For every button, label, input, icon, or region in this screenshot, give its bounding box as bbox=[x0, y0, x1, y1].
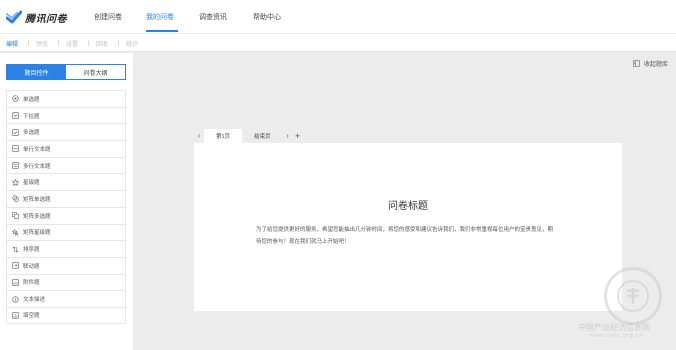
question-type-dropdown[interactable]: 下拉题 bbox=[6, 106, 126, 124]
matrix-checkbox-icon bbox=[11, 212, 19, 220]
nav-my-surveys[interactable]: 我的问卷 bbox=[146, 12, 174, 22]
logo-check-icon bbox=[6, 10, 22, 24]
add-page-icon[interactable]: + bbox=[293, 129, 303, 143]
question-type-label: 矩阵单选题 bbox=[23, 196, 51, 203]
toolbar-preview[interactable]: 预览 bbox=[36, 39, 48, 48]
multi-line-text-icon bbox=[11, 162, 19, 170]
question-type-matrix-checkbox[interactable]: 矩阵多选题 bbox=[6, 206, 126, 224]
editor-toolbar: 编辑 预览 设置 回收 统计 bbox=[0, 34, 676, 52]
text-description-icon bbox=[11, 295, 19, 303]
survey-intro[interactable]: 为了给您提供更好的服务，希望您能抽出几分钟时间，将您的感受和建议告诉我们，我们非… bbox=[256, 224, 556, 248]
question-type-single-line-text[interactable]: 单行文本题 bbox=[6, 140, 126, 157]
page-tabbar: ‹ 第1页 结束页 › + bbox=[194, 128, 622, 143]
watermark-seal bbox=[604, 267, 662, 325]
question-type-sort[interactable]: 排序题 bbox=[6, 240, 126, 257]
question-type-matrix-star[interactable]: 矩阵星级题 bbox=[6, 223, 126, 241]
tab-survey-outline[interactable]: 问卷大纲 bbox=[66, 65, 125, 79]
question-type-label: 文本描述 bbox=[23, 297, 46, 304]
prev-page-arrow-icon[interactable]: ‹ bbox=[194, 129, 204, 143]
attachment-icon bbox=[11, 278, 19, 286]
nav-active-indicator bbox=[146, 30, 178, 32]
checkbox-icon bbox=[11, 128, 19, 136]
question-type-linkage[interactable]: 联动题 bbox=[6, 256, 126, 274]
toolbar-edit[interactable]: 编辑 bbox=[6, 39, 18, 48]
app-logo[interactable]: 腾讯问卷 bbox=[6, 9, 67, 25]
question-type-label: 星级题 bbox=[23, 180, 40, 187]
page-tab-first[interactable]: 第1页 bbox=[204, 129, 243, 143]
question-type-attachment[interactable]: 附件题 bbox=[6, 273, 126, 291]
question-type-label: 填空题 bbox=[23, 313, 40, 320]
sort-icon bbox=[11, 245, 19, 253]
toolbar-divider bbox=[118, 40, 119, 46]
collapse-icon bbox=[633, 60, 640, 67]
matrix-radio-icon bbox=[11, 195, 19, 203]
collapse-question-bank-button[interactable]: 收起题库 bbox=[633, 59, 668, 68]
toolbar-divider bbox=[28, 40, 29, 46]
page-tab-end[interactable]: 结束页 bbox=[242, 129, 283, 143]
question-type-checkbox[interactable]: 多选题 bbox=[6, 123, 126, 141]
question-type-text-description[interactable]: 文本描述 bbox=[6, 290, 126, 307]
next-page-arrow-icon[interactable]: › bbox=[283, 129, 293, 143]
question-type-label: 下拉题 bbox=[23, 113, 40, 120]
toolbar-divider bbox=[58, 40, 59, 46]
question-type-label: 多选题 bbox=[23, 130, 40, 137]
fill-blank-icon bbox=[11, 311, 19, 319]
watermark-url: www.cinic.org.cn bbox=[590, 333, 644, 339]
question-type-star[interactable]: 星级题 bbox=[6, 173, 126, 191]
radio-icon bbox=[11, 95, 19, 103]
question-type-label: 联动题 bbox=[23, 263, 40, 270]
question-type-label: 排序题 bbox=[23, 247, 40, 254]
question-type-label: 附件题 bbox=[23, 280, 40, 287]
sidebar-tabs: 题目控件 问卷大纲 bbox=[6, 64, 126, 80]
survey-title[interactable]: 问卷标题 bbox=[194, 197, 622, 212]
dropdown-icon bbox=[11, 112, 19, 120]
question-type-fill-blank[interactable]: 填空题 bbox=[6, 306, 126, 324]
top-navbar: 腾讯问卷 创建问卷 我的问卷 调查资讯 帮助中心 bbox=[0, 0, 676, 33]
single-line-text-icon bbox=[11, 145, 19, 153]
watermark-emblem-icon bbox=[617, 280, 649, 312]
nav-create-survey[interactable]: 创建问卷 bbox=[94, 12, 122, 22]
matrix-star-icon bbox=[11, 228, 19, 236]
watermark-text: 中国产业经济信息网 bbox=[578, 323, 650, 332]
nav-survey-news[interactable]: 调查资讯 bbox=[199, 12, 227, 22]
nav-help-center[interactable]: 帮助中心 bbox=[253, 12, 281, 22]
toolbar-statistics[interactable]: 统计 bbox=[126, 39, 138, 48]
tab-question-controls[interactable]: 题目控件 bbox=[7, 65, 66, 79]
question-type-radio[interactable]: 单选题 bbox=[6, 90, 126, 107]
toolbar-divider bbox=[88, 40, 89, 46]
collapse-question-bank-label: 收起题库 bbox=[644, 62, 669, 68]
question-type-multi-line-text[interactable]: 多行文本题 bbox=[6, 156, 126, 174]
question-type-label: 单行文本题 bbox=[23, 146, 51, 153]
question-type-list: 单选题 下拉题 多选题 单行文本题 多行文本题 星级题 矩阵单选题 矩阵多选题 bbox=[6, 90, 126, 324]
question-type-matrix-radio[interactable]: 矩阵单选题 bbox=[6, 190, 126, 207]
question-type-label: 单选题 bbox=[23, 96, 40, 103]
star-icon bbox=[11, 178, 19, 186]
logo-text: 腾讯问卷 bbox=[25, 13, 67, 25]
question-type-label: 多行文本题 bbox=[23, 163, 51, 170]
linkage-icon bbox=[11, 262, 19, 270]
toolbar-settings[interactable]: 设置 bbox=[66, 39, 78, 48]
question-sidebar: 题目控件 问卷大纲 单选题 下拉题 多选题 单行文本题 多行文本题 星级题 矩阵… bbox=[0, 53, 133, 350]
survey-canvas: 问卷标题 为了给您提供更好的服务，希望您能抽出几分钟时间，将您的感受和建议告诉我… bbox=[194, 143, 622, 311]
question-type-label: 矩阵星级题 bbox=[23, 230, 51, 237]
question-type-label: 矩阵多选题 bbox=[23, 213, 51, 220]
toolbar-collect[interactable]: 回收 bbox=[96, 39, 108, 48]
